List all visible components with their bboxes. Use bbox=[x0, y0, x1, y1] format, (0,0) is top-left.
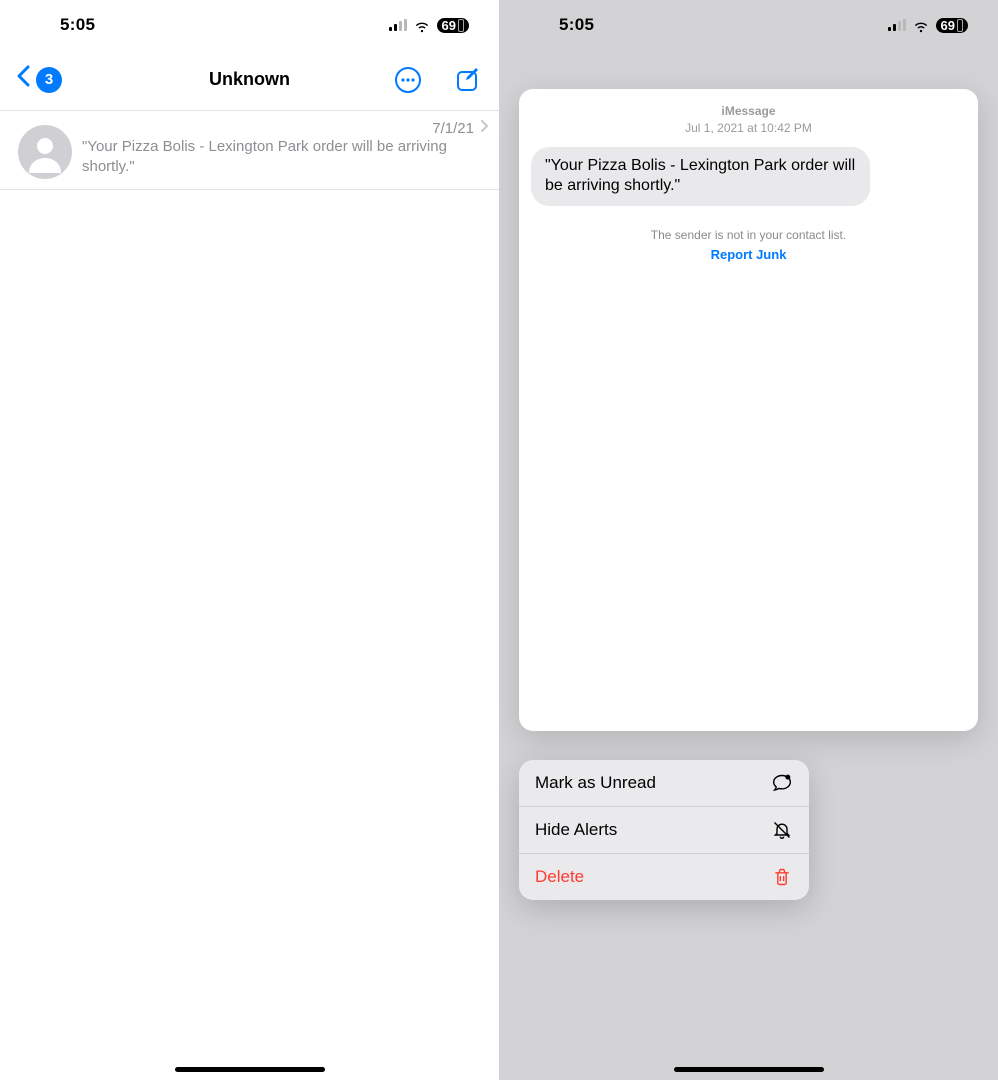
status-time: 5:05 bbox=[60, 15, 95, 35]
service-label: iMessage bbox=[531, 103, 966, 120]
battery-icon: 69 bbox=[936, 18, 968, 33]
person-icon bbox=[24, 131, 66, 173]
message-bubble: "Your Pizza Bolis - Lexington Park order… bbox=[531, 147, 870, 207]
chevron-right-icon bbox=[480, 119, 489, 137]
unknown-sender-warning: The sender is not in your contact list. bbox=[531, 228, 966, 242]
context-menu: Mark as Unread Hide Alerts Delete bbox=[519, 760, 809, 900]
menu-delete[interactable]: Delete bbox=[519, 854, 809, 900]
messages-list-screen: 5:05 69 3 Unknown bbox=[0, 0, 499, 1080]
status-bar: 5:05 69 bbox=[499, 0, 998, 50]
menu-hide-alerts[interactable]: Hide Alerts bbox=[519, 807, 809, 854]
status-time: 5:05 bbox=[559, 15, 594, 35]
menu-item-label: Mark as Unread bbox=[535, 773, 656, 793]
menu-item-label: Hide Alerts bbox=[535, 820, 617, 840]
report-junk-link[interactable]: Report Junk bbox=[531, 247, 966, 262]
back-button[interactable]: 3 bbox=[16, 65, 62, 94]
conversation-preview-screen: 5:05 69 iMessage Jul 1, 2021 at 10:42 PM… bbox=[499, 0, 998, 1080]
more-button[interactable] bbox=[393, 65, 423, 95]
cellular-icon bbox=[888, 19, 906, 31]
home-indicator[interactable] bbox=[175, 1067, 325, 1072]
status-bar: 5:05 69 bbox=[0, 0, 499, 50]
conversation-preview-card[interactable]: iMessage Jul 1, 2021 at 10:42 PM "Your P… bbox=[519, 89, 978, 731]
compose-button[interactable] bbox=[453, 65, 483, 95]
conversation-date: 7/1/21 bbox=[432, 120, 474, 137]
nav-bar: 3 Unknown bbox=[0, 50, 499, 110]
unread-badge: 3 bbox=[36, 67, 62, 93]
conversation-row[interactable]: 7/1/21 "Your Pizza Bolis - Lexington Par… bbox=[0, 110, 499, 190]
ellipsis-circle-icon bbox=[394, 66, 422, 94]
message-timestamp: Jul 1, 2021 at 10:42 PM bbox=[531, 120, 966, 137]
bell-slash-icon bbox=[771, 819, 793, 841]
trash-icon bbox=[771, 866, 793, 888]
wifi-icon bbox=[912, 16, 930, 34]
avatar bbox=[18, 125, 72, 179]
chevron-left-icon bbox=[16, 65, 30, 94]
speech-bubble-icon bbox=[771, 772, 793, 794]
status-right: 69 bbox=[888, 16, 968, 34]
status-right: 69 bbox=[389, 16, 469, 34]
home-indicator[interactable] bbox=[674, 1067, 824, 1072]
conversation-preview: "Your Pizza Bolis - Lexington Park order… bbox=[82, 137, 489, 178]
battery-icon: 69 bbox=[437, 18, 469, 33]
compose-icon bbox=[455, 67, 481, 93]
menu-item-label: Delete bbox=[535, 867, 584, 887]
wifi-icon bbox=[413, 16, 431, 34]
cellular-icon bbox=[389, 19, 407, 31]
menu-mark-unread[interactable]: Mark as Unread bbox=[519, 760, 809, 807]
